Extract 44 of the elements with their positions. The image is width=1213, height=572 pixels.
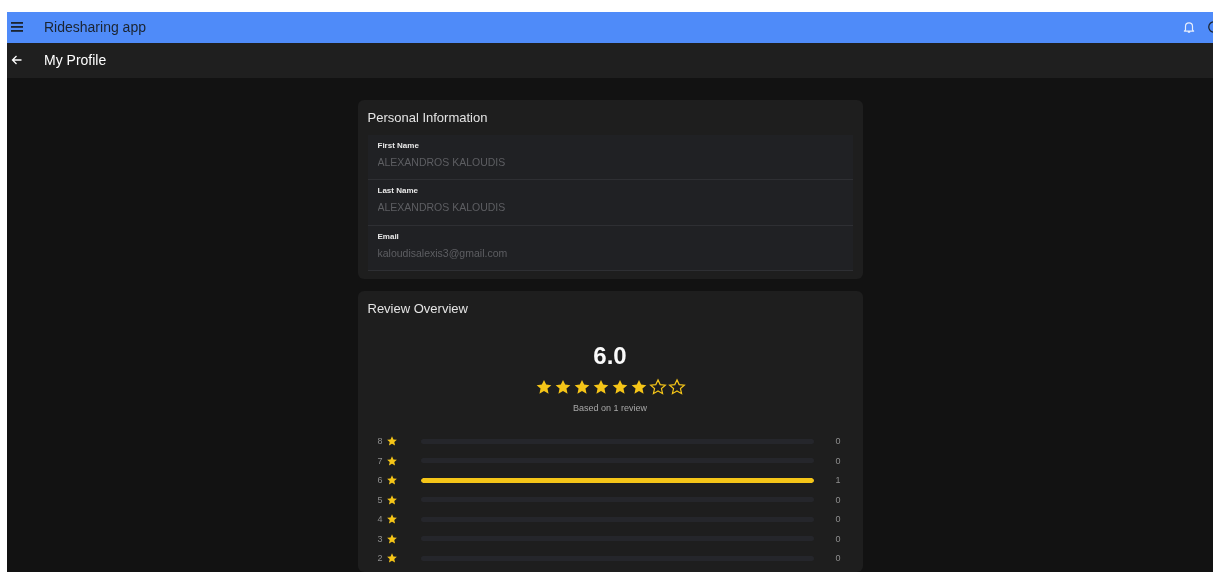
text-field[interactable]: Last Name ALEXANDROS KALOUDIS [367,180,853,226]
text-field[interactable]: First Name ALEXANDROS KALOUDIS [367,134,853,180]
rating-count: 0 [835,533,841,544]
star-icon [553,378,572,396]
field-label: First Name [377,140,420,150]
rating-count: 1 [835,475,841,485]
rating-label: 5 [377,494,384,505]
star-icon [385,435,398,447]
rating-label: 2 [377,553,384,563]
page-title: My Profile [44,52,107,69]
rating-count: 0 [835,553,841,563]
rating-label: 8 [377,436,384,446]
field-label: Email [377,231,400,241]
star-icon [610,378,629,396]
star-icon [572,378,591,396]
rating-count: 0 [835,514,841,524]
back-icon[interactable] [11,54,23,67]
rating-count: 0 [835,494,841,505]
star-icon [534,378,553,396]
average-rating: 6.0 [593,342,627,370]
star-icon [591,378,610,396]
star-icon [629,378,648,396]
rating-label: 3 [377,533,384,544]
star-outline-icon [667,378,686,396]
star-outline-icon [648,378,667,396]
star-icon [385,532,398,545]
card-title: Personal Information [367,109,489,125]
star-icon [385,454,398,467]
card-title: Review Overview [367,301,469,316]
app-title: Ridesharing app [44,19,146,36]
rating-count: 0 [835,436,841,446]
rating-label: 4 [377,514,384,524]
rating-count: 0 [835,455,841,466]
bell-icon[interactable] [1182,20,1196,35]
star-icon [385,474,398,486]
text-field[interactable]: Email kaloudisalexis3@gmail.com [367,225,853,271]
star-icon [385,493,398,506]
rating-label: 7 [377,455,384,466]
rating-label: 6 [377,475,384,485]
star-icon [385,513,398,525]
field-label: Last Name [377,186,419,195]
review-summary: Based on 1 review [572,403,647,413]
menu-icon[interactable] [11,22,23,33]
star-icon [385,552,398,564]
